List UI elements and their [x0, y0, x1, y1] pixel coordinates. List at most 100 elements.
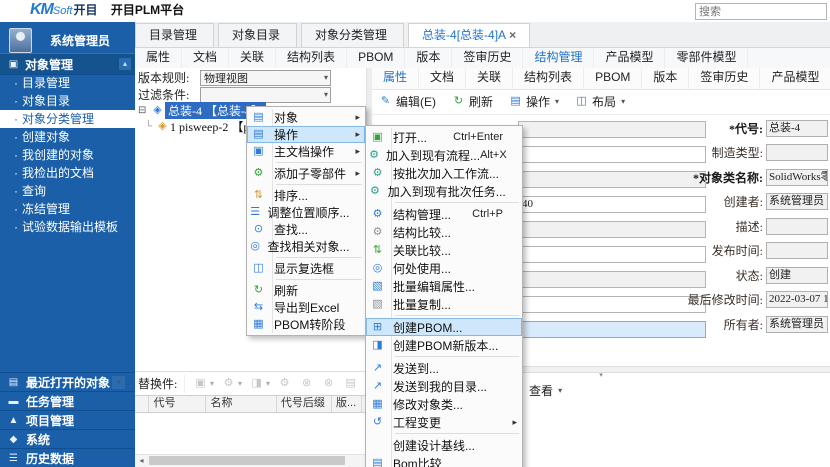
sidebar-section[interactable]: ◆ 系统 ▾ — [0, 429, 135, 448]
menu-item[interactable]: ◎ 查找相关对象... ▸ — [247, 238, 365, 255]
dropdown-caret-icon[interactable]: ▾ — [555, 97, 559, 106]
object-tab[interactable]: PBOM — [347, 48, 405, 68]
sidebar-item[interactable]: 查询 — [0, 182, 135, 200]
replace-tool-button[interactable]: ▣ ▾ — [193, 376, 214, 391]
replace-tool-button[interactable]: ⚙ ▾ — [277, 376, 292, 391]
menu-item[interactable]: ↗ 发送到我的目录... ▸ — [366, 377, 522, 395]
object-tab[interactable]: 产品模型 — [594, 48, 665, 68]
menu-item[interactable]: ▣ 主文档操作 ▸ — [247, 143, 365, 160]
attributes-tab[interactable]: PBOM — [584, 68, 642, 89]
sidebar-item[interactable]: 目录管理 — [0, 74, 135, 92]
object-tab[interactable]: 签审历史 — [452, 48, 523, 68]
attributes-tab[interactable]: 文档 — [419, 68, 466, 89]
menu-item[interactable]: ▦ PBOM转阶段 ▸ — [247, 316, 365, 333]
menu-item[interactable]: ▤ 对象 ▸ — [247, 109, 365, 126]
attributes-tab[interactable]: 签审历史 — [689, 68, 760, 89]
menu-item[interactable]: ⚙ 结构管理... Ctrl+P ▸ — [366, 205, 522, 223]
table-header-cell[interactable]: 代号后缀 — [277, 396, 332, 412]
menu-item[interactable]: ⚙ 结构比较... ▸ — [366, 223, 522, 241]
sidebar-item[interactable]: 创建对象 — [0, 128, 135, 146]
form-field-value[interactable]: 系统管理员 — [766, 316, 828, 333]
menu-item[interactable]: ⚙ 添加子零部件 ▸ — [247, 165, 365, 182]
sidebar-section[interactable]: ☰ 历史数据 ▾ — [0, 448, 135, 467]
dropdown-caret-icon[interactable]: ▾ — [621, 97, 625, 106]
attributes-tab[interactable]: 结构列表 — [513, 68, 584, 89]
sidebar-section-object-management[interactable]: ▣ 对象管理 ▴ — [0, 53, 135, 75]
menu-item[interactable]: ▦ 修改对象类... ▸ — [366, 395, 522, 413]
menu-item[interactable]: ⚙ 加入到现有流程... Alt+X ▸ — [366, 146, 522, 164]
sidebar-item[interactable]: 我创建的对象 — [0, 146, 135, 164]
sidebar-item[interactable]: 对象目录 — [0, 92, 135, 110]
object-tab[interactable]: 文档 — [182, 48, 229, 68]
attributes-tab[interactable]: 关联 — [466, 68, 513, 89]
sidebar-item[interactable]: 冻结管理 — [0, 200, 135, 218]
form-field-value[interactable] — [766, 218, 828, 235]
toolbar-button[interactable]: ▤ 操作 ▾ — [508, 93, 559, 110]
splitter-collapse-icon[interactable]: ▾ — [599, 372, 603, 379]
version-rule-select[interactable]: 物理视图 ▾ — [200, 70, 331, 86]
object-tab[interactable]: 属性 — [135, 48, 182, 68]
form-field-value[interactable]: 系统管理员 — [766, 193, 828, 210]
toolbar-button[interactable]: ◫ 布局 ▾ — [574, 93, 625, 110]
table-header-cell[interactable]: 名称 — [206, 396, 276, 412]
menu-item[interactable]: ◎ 何处使用... ▸ — [366, 259, 522, 277]
menu-item[interactable]: ↺ 工程变更 ▸ — [366, 413, 522, 431]
object-tab[interactable]: 结构管理 — [523, 48, 594, 68]
sidebar-section[interactable]: ▤ 最近打开的对象 ▾ — [0, 372, 135, 391]
tree-expander-icon[interactable]: ⊟ — [138, 105, 150, 116]
menu-item[interactable]: ⇆ 导出到Excel ▸ — [247, 299, 365, 316]
scroll-left-icon[interactable]: ◂ — [136, 455, 147, 466]
toolbar-button[interactable]: ↻ 刷新 ▾ — [451, 93, 493, 110]
form-field-value[interactable]: 总装-4 — [766, 120, 828, 137]
form-field-value[interactable]: 创建 — [766, 267, 828, 284]
tree-child-label[interactable]: 1 pisweep-2 【p — [170, 118, 249, 135]
menu-item[interactable]: ⇅ 关联比较... ▸ — [366, 241, 522, 259]
menu-item[interactable]: ⊞ 创建PBOM... ▸ — [366, 318, 522, 336]
table-header-cell[interactable]: 代号 — [149, 396, 206, 412]
menu-item[interactable]: ▤ 操作 ▸ — [247, 126, 365, 143]
form-field-value[interactable] — [766, 144, 828, 161]
menu-item[interactable]: ▤ Bom比较 ▸ — [366, 454, 522, 467]
document-tab[interactable]: 总装-4[总装-4]A× — [408, 23, 530, 47]
menu-item[interactable]: ☰ 调整位置顺序... ▸ — [247, 204, 365, 221]
replace-tool-button[interactable]: ▤ ▾ — [343, 376, 358, 391]
menu-item[interactable]: ◨ 创建PBOM新版本... ▸ — [366, 336, 522, 354]
attributes-tab[interactable]: 属性 — [372, 68, 419, 89]
menu-item[interactable]: 创建设计基线... ▸ — [366, 436, 522, 454]
menu-item[interactable]: ⇅ 排序... ▸ — [247, 187, 365, 204]
document-tab[interactable]: 目录管理 — [135, 23, 214, 47]
menu-item[interactable]: ↗ 发送到... ▸ — [366, 359, 522, 377]
menu-item[interactable]: ◫ 显示复选框 ▸ — [247, 260, 365, 277]
replace-tool-button[interactable]: ⚙ ▾ — [221, 376, 242, 391]
document-tab[interactable]: 对象分类管理 — [301, 23, 404, 47]
replace-tool-button[interactable]: ⊗ ▾ — [299, 376, 314, 391]
horizontal-scrollbar[interactable]: ◂ — [135, 454, 366, 467]
menu-item[interactable]: ▧ 批量编辑属性... ▸ — [366, 277, 522, 295]
form-field-value[interactable]: SolidWorks零 — [766, 169, 828, 186]
replace-tool-button[interactable]: ⊗ ▾ — [321, 376, 336, 391]
dropdown-caret-icon[interactable]: ▾ — [558, 386, 562, 395]
form-field-value[interactable] — [766, 242, 828, 259]
scrollbar-thumb[interactable] — [149, 456, 345, 465]
sidebar-item[interactable]: 试验数据输出模板 — [0, 218, 135, 236]
document-tab[interactable]: 对象目录 — [218, 23, 297, 47]
menu-item[interactable]: ⚙ 加入到现有批次任务... ▸ — [366, 182, 522, 200]
object-tab[interactable]: 结构列表 — [276, 48, 347, 68]
sidebar-section[interactable]: ▲ 项目管理 ▾ — [0, 410, 135, 429]
object-tab[interactable]: 版本 — [405, 48, 452, 68]
form-field-value[interactable]: 2022-03-07 1 — [766, 291, 828, 308]
sidebar-section[interactable]: ▬ 任务管理 ▾ — [0, 391, 135, 410]
attributes-tab[interactable]: 产品模型 — [760, 68, 830, 89]
filter-select[interactable]: ▾ — [200, 87, 331, 103]
toolbar-button[interactable]: ✎ 编辑(E) ▾ — [378, 93, 436, 110]
menu-item[interactable]: ↻ 刷新 ▸ — [247, 282, 365, 299]
collapse-up-icon[interactable]: ▴ — [119, 58, 131, 70]
dropdown-caret-icon[interactable]: ▾ — [112, 376, 125, 389]
object-tab[interactable]: 关联 — [229, 48, 276, 68]
sidebar-item[interactable]: 对象分类管理 — [0, 110, 135, 128]
close-icon[interactable]: × — [509, 28, 516, 42]
attributes-tab[interactable]: 版本 — [642, 68, 689, 89]
menu-item[interactable]: ⊙ 查找... ▸ — [247, 221, 365, 238]
menu-item[interactable]: ▣ 打开... Ctrl+Enter ▸ — [366, 128, 522, 146]
menu-item[interactable]: ▧ 批量复制... ▸ — [366, 295, 522, 313]
